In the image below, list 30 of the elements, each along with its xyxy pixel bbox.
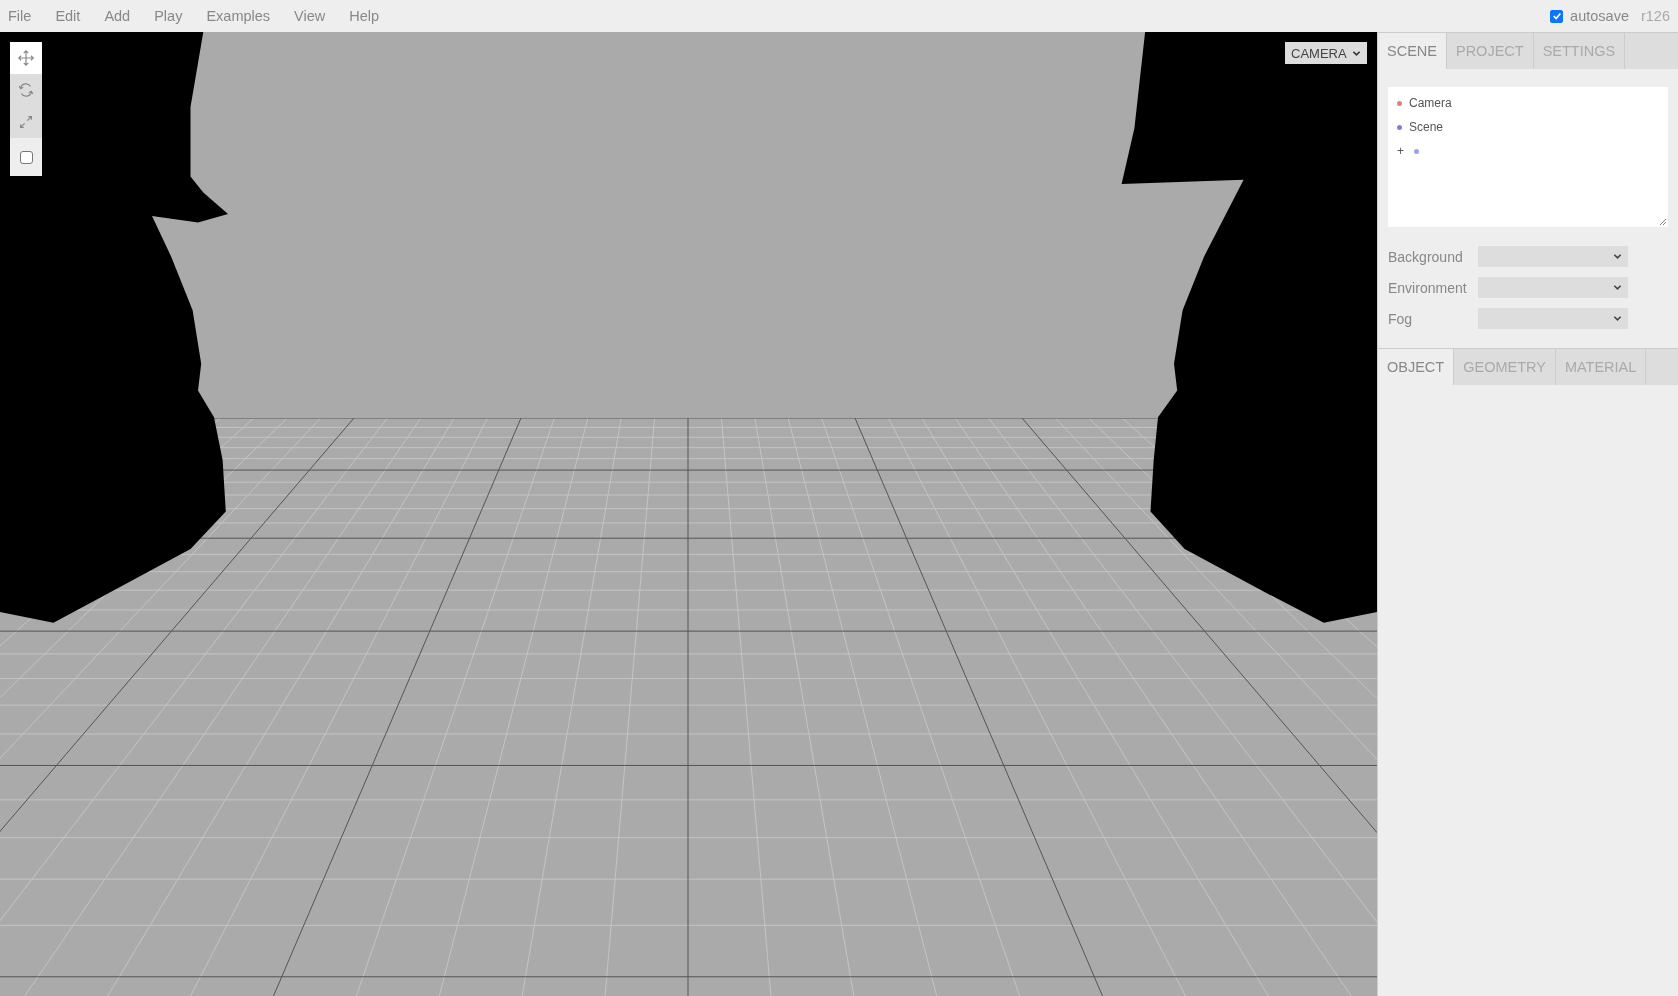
menu-item[interactable]: Play xyxy=(154,8,183,24)
chevron-down-icon xyxy=(1613,283,1622,292)
menu-item[interactable]: Edit xyxy=(55,8,81,24)
property-label: Background xyxy=(1388,248,1464,265)
outliner-item[interactable]: Scene xyxy=(1409,120,1444,134)
scale-icon xyxy=(17,113,35,131)
local-checkbox[interactable] xyxy=(19,150,33,164)
autosave-checkbox[interactable] xyxy=(1550,9,1564,23)
autosave-label: autosave xyxy=(1570,8,1629,24)
move-tool-button[interactable] xyxy=(10,42,42,74)
scale-tool-button[interactable] xyxy=(10,106,42,138)
chevron-down-icon xyxy=(1613,314,1622,323)
property-label: Environment xyxy=(1388,279,1468,296)
version-label: r126 xyxy=(1640,8,1670,24)
move-icon xyxy=(17,49,35,67)
property-label: Fog xyxy=(1388,310,1414,327)
resize-grip-icon xyxy=(1659,218,1667,226)
object-tab[interactable]: OBJECT xyxy=(1378,349,1455,385)
menu-item[interactable]: Help xyxy=(349,8,380,24)
menu-item[interactable]: View xyxy=(294,8,326,24)
menu-item[interactable]: Examples xyxy=(206,8,271,24)
camera-select[interactable]: CAMERA xyxy=(1285,42,1367,64)
chevron-down-icon xyxy=(1613,252,1622,261)
rotate-icon xyxy=(17,81,35,99)
outliner-item[interactable]: Camera xyxy=(1409,96,1452,110)
menu-item[interactable]: File xyxy=(8,8,32,24)
rotate-tool-button[interactable] xyxy=(10,74,42,106)
expand-toggle[interactable]: + xyxy=(1397,144,1407,158)
sidebar-tab[interactable]: SCENE xyxy=(1378,33,1447,69)
menu-item[interactable]: Add xyxy=(104,8,131,24)
